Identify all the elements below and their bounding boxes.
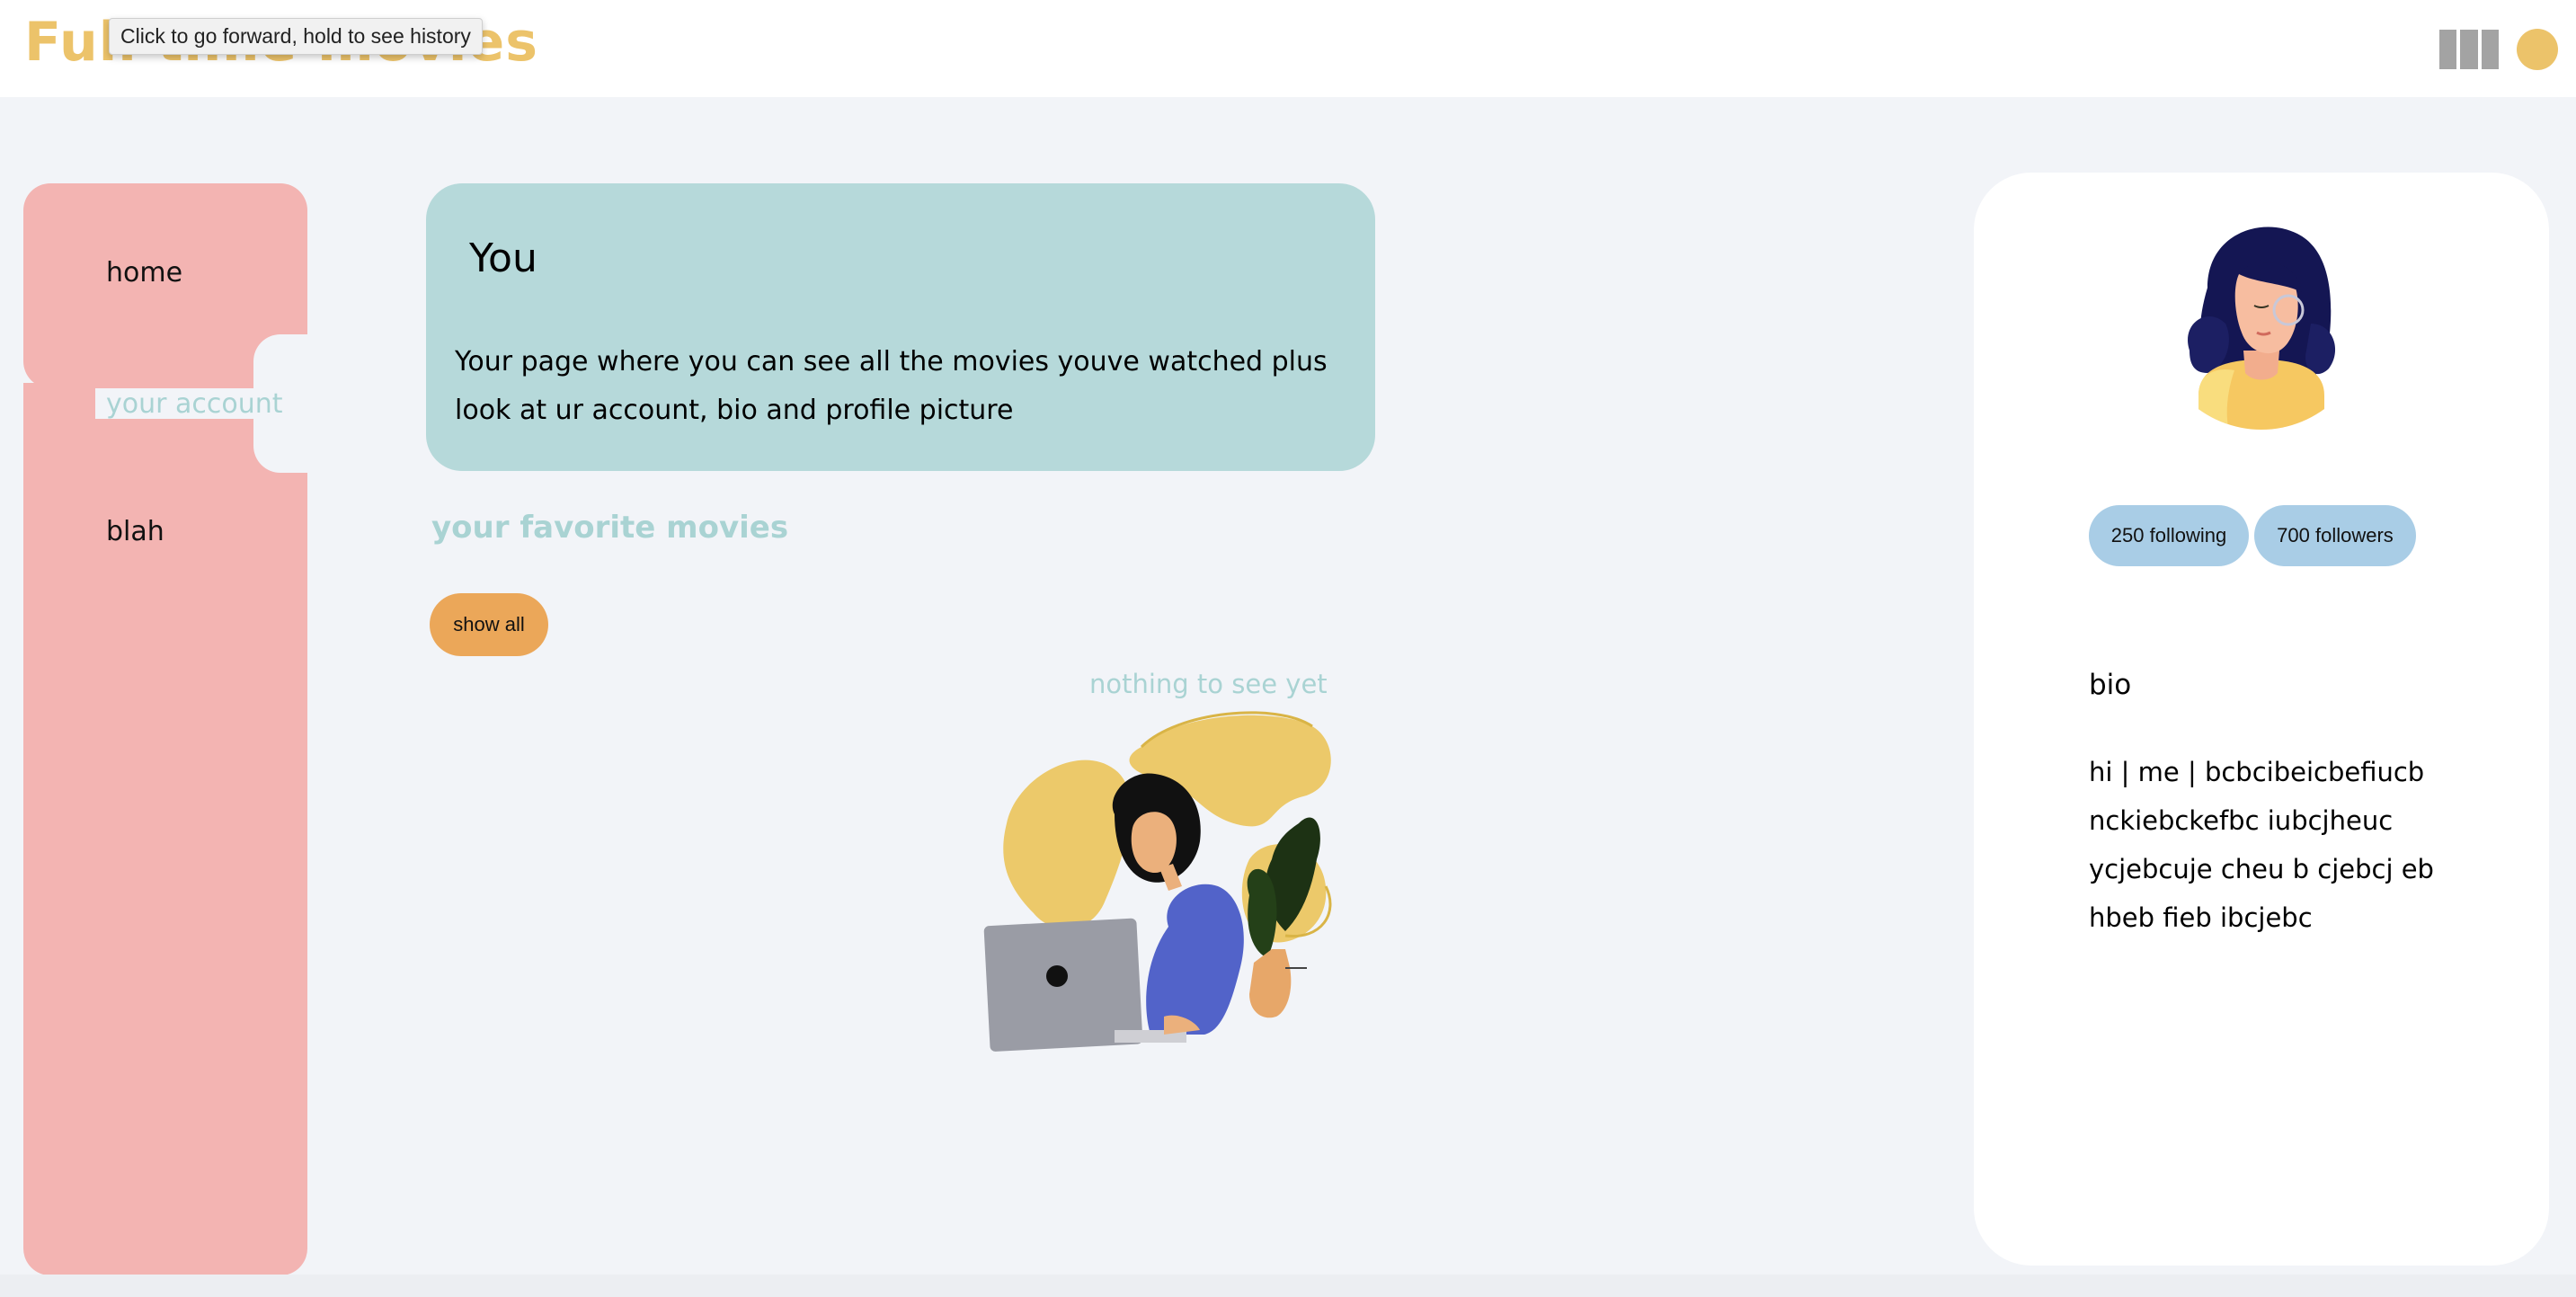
empty-state-text: nothing to see yet: [1089, 669, 1328, 699]
sidebar-panel-bottom: [23, 419, 307, 1275]
page-title: You: [469, 235, 537, 281]
sidebar-item-blah[interactable]: blah: [106, 516, 164, 547]
followers-count-button[interactable]: 700 followers: [2254, 505, 2416, 566]
browser-tooltip: Click to go forward, hold to see history: [109, 18, 483, 55]
bio-text: hi | me | bcbcibeicbefiucb nckiebckefbc …: [2089, 757, 2434, 933]
intro-description: Your page where you can see all the movi…: [455, 346, 1328, 426]
profile-card: 250 following 700 followers bio hi | me …: [1974, 173, 2549, 1266]
sidebar-item-home[interactable]: home: [106, 257, 182, 289]
empty-state-illustration: [983, 711, 1332, 1052]
bio-heading: bio: [2089, 669, 2132, 701]
intro-card: You Your page where you can see all the …: [426, 183, 1375, 471]
user-avatar-icon[interactable]: [2517, 29, 2558, 70]
top-bar: Full time movies Click to go forward, ho…: [0, 0, 2576, 97]
bottom-edge: [0, 1275, 2576, 1297]
sidebar: home your account blah: [23, 183, 307, 1275]
favorite-movies-heading: your favorite movies: [431, 510, 789, 546]
show-all-button[interactable]: show all: [430, 593, 548, 656]
profile-picture[interactable]: [2154, 216, 2369, 431]
sidebar-item-your-account[interactable]: your account: [106, 388, 283, 420]
grid-menu-icon[interactable]: [2439, 30, 2499, 69]
following-count-button[interactable]: 250 following: [2089, 505, 2249, 566]
